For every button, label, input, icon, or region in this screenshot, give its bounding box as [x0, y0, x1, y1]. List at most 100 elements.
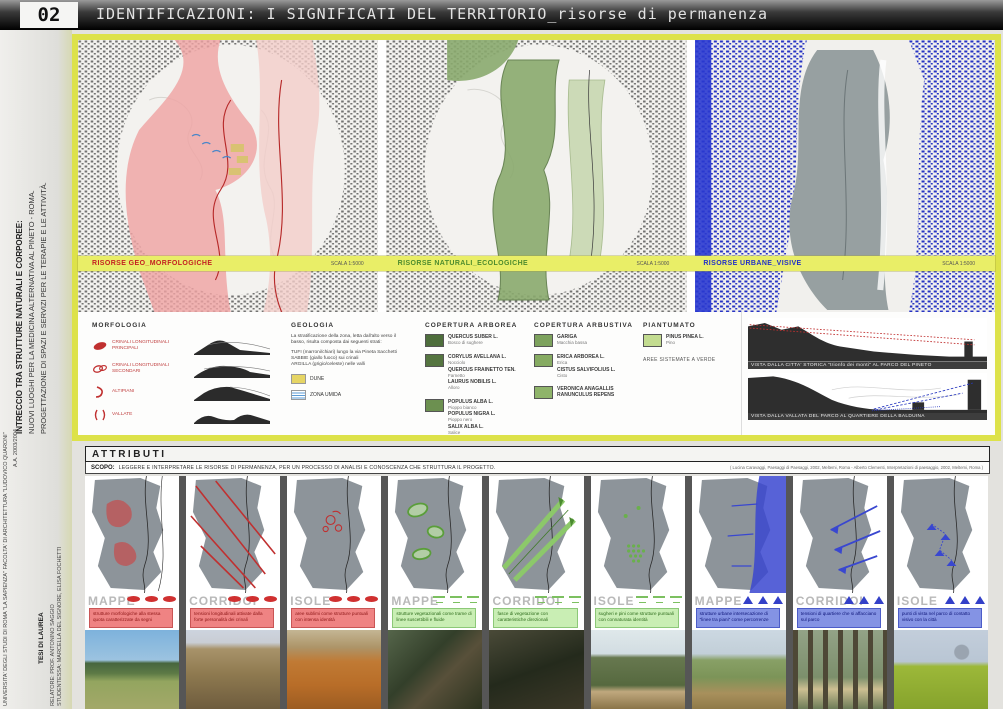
- tile-description: sugheri e pini come strutture puntuali c…: [595, 608, 679, 628]
- dash-icon: [552, 596, 564, 603]
- tile-svg: [591, 476, 685, 593]
- thesis-board: 02 IDENTIFICAZIONI: I SIGNIFICATI DEL TE…: [0, 0, 1003, 709]
- thesis-subtitle-2: PROGETTAZIONE DI SPAZI E SERVIZI PER LE …: [38, 182, 50, 434]
- tile-map-blue-mappe: [692, 476, 786, 593]
- blue-triangle-icons: [945, 596, 985, 604]
- triangle-icon: [758, 596, 768, 604]
- morfologia-item: VALLATE: [92, 403, 287, 426]
- photo-pine-alley: [793, 630, 887, 709]
- credits-block: RELATORE: PROF. ANTONINO SAGGIO STUDENTE…: [50, 547, 64, 706]
- vista-2-caption: VISTA DALLA VALLATA DEL PARCO AL QUARTIE…: [748, 413, 987, 420]
- tile-labelrow: MAPPE strutture urbane intersecazione di…: [692, 593, 786, 630]
- geologia-strata: TUFI (marroni/chiari) lungo la via Pinet…: [291, 350, 409, 368]
- vista-1-section-svg: [748, 318, 987, 362]
- dash-icon: [569, 596, 581, 603]
- tile-description: punti di vista nel parco di contatto vis…: [898, 608, 982, 628]
- zona-umida-swatch-icon: [291, 390, 306, 400]
- map-eco-svg: [386, 40, 686, 312]
- red-ellipse-icons: [228, 596, 277, 602]
- tile-labelrow: MAPPE strutture vegetazionali come trame…: [388, 593, 482, 630]
- tile-description: tensioni longitudinali attivate dalla fo…: [190, 608, 274, 628]
- tile-svg: [186, 476, 280, 593]
- zona-umida-legend-item: ZONA UMIDA: [291, 390, 419, 400]
- map-urb-label: RISORSE URBANE_VISIVE: [689, 260, 801, 267]
- ellipse-icon: [347, 596, 360, 602]
- dune-swatch-icon: [291, 374, 306, 384]
- map-geo-scale: SCALA 1:5000: [331, 261, 364, 267]
- triangle-icon: [874, 596, 884, 604]
- ellipse-icon: [264, 596, 277, 602]
- dune-legend-item: DUNE: [291, 374, 419, 384]
- photo-dirt-path: [287, 630, 381, 709]
- arbustiva-group: VERONICA ANAGALLIS RANUNCULUS REPENS: [534, 386, 639, 399]
- attribute-column: CORRIDOI fasce di vegetazione con caratt…: [489, 476, 583, 709]
- dash-icon: [433, 596, 445, 603]
- ellipse-icon: [127, 596, 140, 602]
- attribute-column: ISOLE punti di vista nel parco di contat…: [894, 476, 988, 709]
- tile-svg: [85, 476, 179, 593]
- map-eco-label-cell: RISORSE NATURALI_ECOLOGICHE SCALA 1:5000: [384, 256, 690, 271]
- photo-undergrowth: [388, 630, 482, 709]
- legend-morfologia-title: MORFOLOGIA: [92, 322, 287, 329]
- tile-label: ISOLE: [594, 594, 635, 608]
- ellipse-icon: [246, 596, 259, 602]
- ellipse-icon: [163, 596, 176, 602]
- aree-verdi-note: AREE SISTEMATE A VERDE: [643, 357, 741, 363]
- tile-label: MAPPE: [695, 594, 743, 608]
- thesis-subtitle-1: NUOVI LUOGHI PER LA MEDICINA ALTERNATIVA…: [26, 182, 38, 434]
- dash-icon: [670, 596, 682, 603]
- photo-valley-landscape: [692, 630, 786, 709]
- vista-1-caption: VISTA DALLA CITTA' STORICA "trionfo dei …: [748, 362, 987, 369]
- geologia-intro: La stratificazione della zona, letta dal…: [291, 334, 406, 346]
- triangle-icon: [844, 596, 854, 604]
- tile-description: fasce di vegetazione con caratteristiche…: [493, 608, 577, 628]
- attributes-strip: MAPPE strutture morfologiche alla stessa…: [85, 476, 988, 709]
- map-geo-label-cell: RISORSE GEO_MORFOLOGICHE SCALA 1:5000: [78, 256, 384, 271]
- blue-triangle-icons: [844, 596, 884, 604]
- piantumato-group: PINUS PINEA L. Pino: [643, 334, 741, 347]
- attribute-column: ISOLE sugheri e pini come strutture punt…: [591, 476, 685, 709]
- tile-map-green-corridoi: [489, 476, 583, 593]
- legend-copertura-arborea: COPERTURA ARBOREA QUERCUS SUBER L. Bosco…: [419, 312, 530, 435]
- legend-copertura-arbustiva: COPERTURA ARBUSTIVA GARIGA Macchia bassa…: [530, 312, 639, 435]
- ellipse-icon: [145, 596, 158, 602]
- ellipse-icon: [329, 596, 342, 602]
- tile-svg: [793, 476, 887, 593]
- photo-tuff-rocks: [186, 630, 280, 709]
- ellipse-icon: [228, 596, 241, 602]
- attribute-column: MAPPE strutture morfologiche alla stessa…: [85, 476, 179, 709]
- legend-piantumato: PIANTUMATO PINUS PINEA L. Pino AREE SIST…: [639, 312, 741, 435]
- tile-svg: [287, 476, 381, 593]
- page-number: 02: [20, 2, 78, 28]
- attribute-column: CORRIDOI tensioni longitudinali attivate…: [186, 476, 280, 709]
- tile-labelrow: CORRIDOI tensioni di quartiere che si af…: [793, 593, 887, 630]
- tile-description: aree sublimi come strutture puntuali con…: [291, 608, 375, 628]
- photo-olive-tree: [591, 630, 685, 709]
- red-ellipse-icons: [127, 596, 176, 602]
- tile-map-green-isole: [591, 476, 685, 593]
- triangle-icon: [960, 596, 970, 604]
- maps-panel: RISORSE GEO_MORFOLOGICHE SCALA 1:5000 RI…: [72, 34, 1001, 441]
- ellipse-icon: [365, 596, 378, 602]
- dash-icon: [450, 596, 462, 603]
- green-dash-icons: [535, 596, 581, 603]
- studentessa-label: STUDENTESSA: MARCELLA DEL SIGNORE, ELISA…: [57, 547, 64, 706]
- tile-description: strutture morfologiche alla stessa quota…: [89, 608, 173, 628]
- viste-panel: VISTA DALLA CITTA' STORICA "trionfo dei …: [741, 312, 995, 435]
- relatore-label: RELATORE: PROF. ANTONINO SAGGIO: [50, 547, 57, 706]
- arbustiva-group: GARIGA Macchia bassa: [534, 334, 639, 347]
- left-sidebar: INTRECCIO TRA STRUTTURE NATURALI E CORPO…: [0, 30, 72, 709]
- arborea-swatch-icon: [425, 399, 444, 412]
- triangle-icon: [743, 596, 753, 604]
- tile-labelrow: ISOLE aree sublimi come strutture puntua…: [287, 593, 381, 630]
- tile-map-blue-corridoi: [793, 476, 887, 593]
- morfologia-item: ALTIPIANI: [92, 380, 287, 403]
- morfologia-item: CRINALI LONGITUDINALI SECONDARI: [92, 357, 287, 380]
- map-eco-label: RISORSE NATURALI_ECOLOGICHE: [384, 260, 528, 267]
- map-geo-svg: [78, 40, 378, 312]
- arborea-group: CORYLUS AVELLANA L. Nocciolo QUERCUS FRA…: [425, 354, 530, 392]
- tile-svg: [692, 476, 786, 593]
- vista-vallata: VISTA DALLA VALLATA DEL PARCO AL QUARTIE…: [748, 373, 987, 420]
- dash-icon: [636, 596, 648, 603]
- tile-label: ISOLE: [290, 594, 331, 608]
